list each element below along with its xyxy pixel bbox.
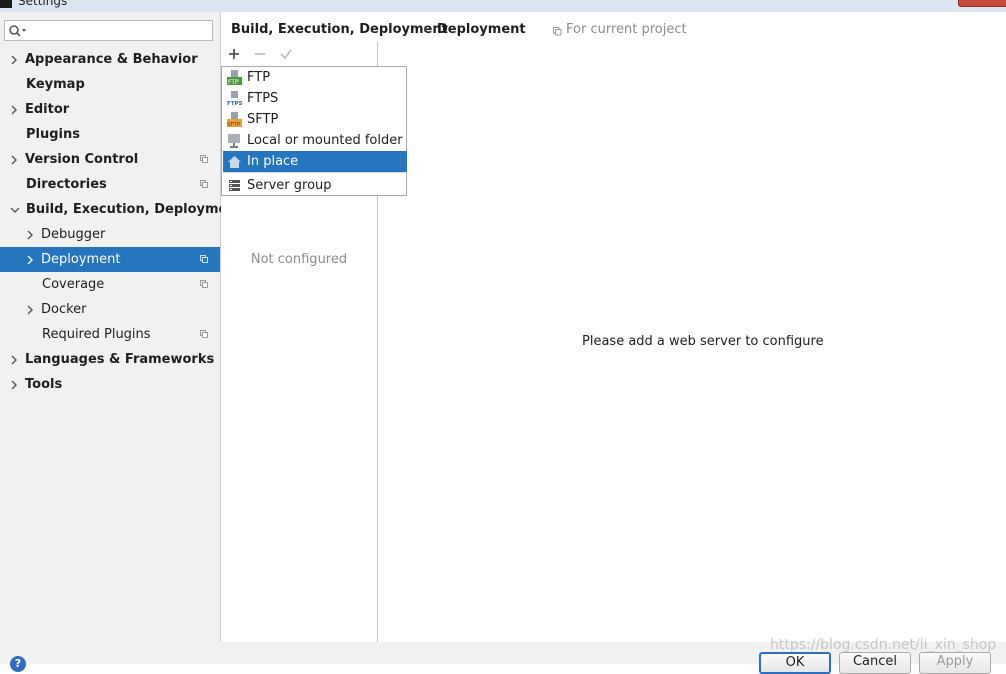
- ftp-icon: FTP: [227, 70, 242, 85]
- project-scope-icon: [200, 255, 208, 263]
- chevron-right-icon[interactable]: [9, 347, 19, 372]
- project-scope-icon: [553, 27, 562, 36]
- sidebar-item-label: Required Plugins: [42, 327, 151, 342]
- breadcrumb-separator: ›: [423, 22, 429, 37]
- sidebar-item-label: Deployment: [41, 252, 121, 267]
- breadcrumb-parent[interactable]: Build, Execution, Deployment: [231, 22, 448, 37]
- menu-item-sftp[interactable]: SFTP SFTP: [223, 109, 407, 130]
- remove-icon[interactable]: [252, 46, 268, 62]
- configure-message: Please add a web server to configure: [582, 334, 824, 349]
- sidebar-item-label: Directories: [26, 177, 107, 192]
- sidebar-item-debugger[interactable]: Debugger: [0, 222, 220, 247]
- sidebar-item-label: Keymap: [26, 77, 85, 92]
- chevron-right-icon[interactable]: [9, 97, 19, 122]
- svg-text:SFTP: SFTP: [227, 122, 241, 127]
- sidebar-item-docker[interactable]: Docker: [0, 297, 220, 322]
- sidebar-item-coverage[interactable]: Coverage: [0, 272, 220, 297]
- scope-label: For current project: [566, 22, 687, 37]
- sidebar-item-label: Editor: [25, 102, 70, 117]
- menu-item-label: Local or mounted folder: [247, 133, 403, 148]
- sidebar-item-plugins[interactable]: Plugins: [0, 122, 220, 147]
- sidebar-item-directories[interactable]: Directories: [0, 172, 220, 197]
- menu-item-label: In place: [247, 154, 299, 169]
- window-title: Settings: [18, 0, 68, 8]
- chevron-right-icon[interactable]: [25, 222, 35, 247]
- sidebar-item-label: Debugger: [41, 227, 106, 242]
- sidebar-item-editor[interactable]: Editor: [0, 97, 220, 122]
- add-icon[interactable]: [226, 46, 242, 62]
- svg-text:FTP: FTP: [228, 79, 239, 85]
- menu-item-ftp[interactable]: FTP FTP: [223, 67, 407, 88]
- add-server-popup-menu: FTP FTP FTPS FTPS SFTP SFTP Local or mou…: [221, 66, 407, 196]
- menu-divider: [223, 172, 407, 173]
- sidebar-item-label: Coverage: [42, 277, 105, 292]
- project-scope-icon: [200, 180, 208, 188]
- sidebar-item-label: Languages & Frameworks: [25, 352, 215, 367]
- sidebar-item-build-execution-deployment[interactable]: Build, Execution, Deployment: [0, 197, 243, 222]
- sidebar-item-label: Docker: [41, 302, 87, 317]
- settings-search-input[interactable]: [4, 20, 213, 41]
- sidebar-item-label: Appearance & Behavior: [25, 52, 198, 67]
- menu-item-server-group[interactable]: Server group: [223, 175, 407, 196]
- menu-item-ftps[interactable]: FTPS FTPS: [223, 88, 407, 109]
- sidebar-item-keymap[interactable]: Keymap: [0, 72, 220, 97]
- project-scope-icon: [200, 155, 208, 163]
- chevron-right-icon[interactable]: [9, 47, 19, 72]
- check-icon[interactable]: [278, 46, 294, 62]
- menu-item-label: Server group: [247, 178, 332, 193]
- server-toolbar: [221, 42, 377, 66]
- menu-item-in-place[interactable]: In place: [223, 151, 407, 172]
- cancel-button[interactable]: Cancel: [839, 652, 911, 674]
- help-button[interactable]: ?: [10, 656, 26, 672]
- ftps-icon: FTPS: [227, 91, 242, 106]
- chevron-right-icon[interactable]: [25, 297, 35, 322]
- sidebar-item-deployment[interactable]: Deployment: [0, 247, 220, 272]
- menu-item-label: SFTP: [247, 112, 279, 127]
- app-icon: [0, 0, 12, 8]
- menu-item-label: FTPS: [247, 91, 279, 106]
- ok-button[interactable]: OK: [759, 652, 831, 674]
- server-list-empty-text: Not configured: [250, 252, 348, 267]
- title-bar: Settings: [0, 0, 1006, 12]
- project-scope-icon: [200, 280, 208, 288]
- sidebar-item-label: Plugins: [26, 127, 80, 142]
- settings-sidebar: Appearance & Behavior Keymap Editor Plug…: [0, 12, 243, 654]
- sftp-icon: SFTP: [227, 112, 242, 127]
- sidebar-item-label: Build, Execution, Deployment: [26, 202, 243, 217]
- sidebar-item-languages-frameworks[interactable]: Languages & Frameworks: [0, 347, 220, 372]
- sidebar-item-appearance-behavior[interactable]: Appearance & Behavior: [0, 47, 220, 72]
- sidebar-item-tools[interactable]: Tools: [0, 372, 220, 397]
- breadcrumb-current: Deployment: [437, 22, 526, 37]
- chevron-right-icon[interactable]: [25, 247, 35, 272]
- apply-button[interactable]: Apply: [919, 652, 991, 674]
- home-icon: [228, 156, 241, 168]
- sidebar-item-version-control[interactable]: Version Control: [0, 147, 220, 172]
- folder-icon: [228, 134, 240, 148]
- server-group-icon: [229, 180, 240, 191]
- watermark: https://blog.csdn.net/li_xin_shop: [770, 637, 997, 653]
- sidebar-item-label: Version Control: [25, 152, 139, 167]
- chevron-right-icon[interactable]: [9, 147, 19, 172]
- svg-text:FTPS: FTPS: [227, 101, 242, 106]
- window-close-button[interactable]: [958, 0, 1006, 7]
- chevron-right-icon[interactable]: [9, 372, 19, 397]
- menu-item-label: FTP: [247, 70, 271, 85]
- search-icon: [9, 25, 26, 37]
- sidebar-item-label: Tools: [25, 377, 63, 392]
- project-scope-icon: [200, 330, 208, 338]
- menu-item-local-folder[interactable]: Local or mounted folder: [223, 130, 407, 151]
- sidebar-item-required-plugins[interactable]: Required Plugins: [0, 322, 220, 347]
- chevron-down-icon[interactable]: [9, 197, 20, 222]
